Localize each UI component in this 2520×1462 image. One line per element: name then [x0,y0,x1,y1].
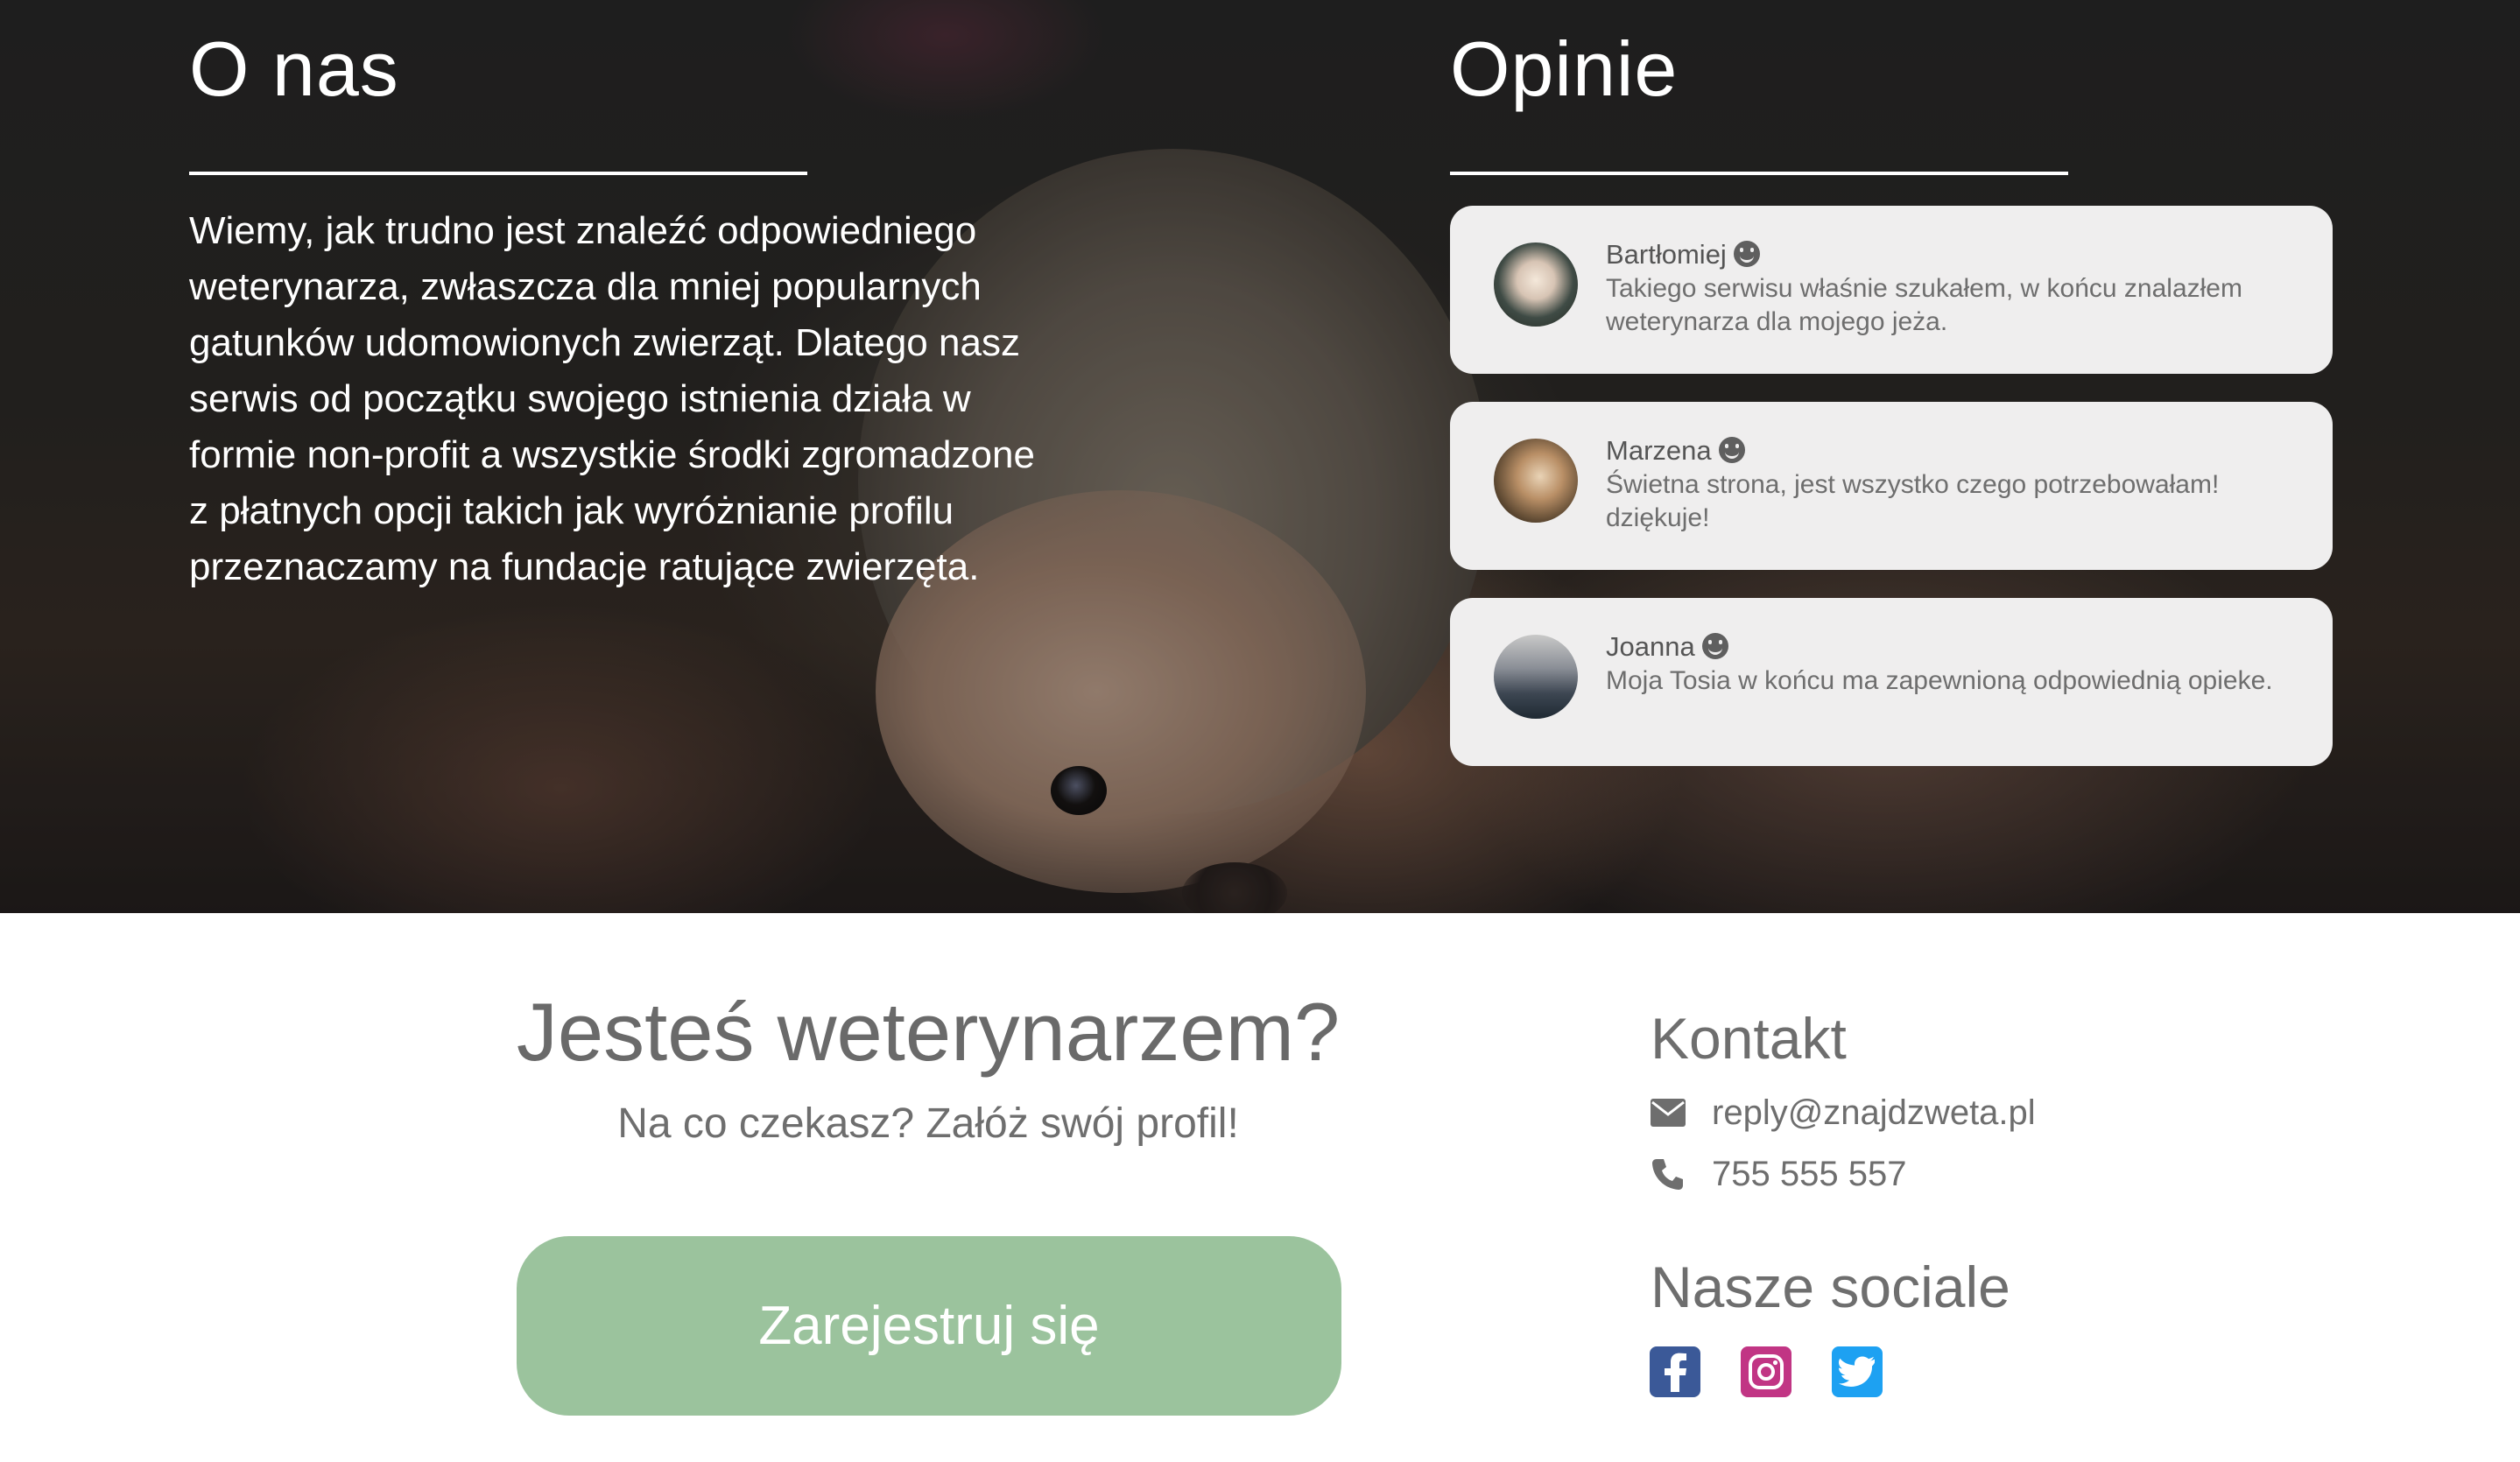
review-author: Marzena [1606,435,1745,467]
review-card: Bartłomiej Takiego serwisu właśnie szuka… [1450,206,2333,374]
about-title: O nas [189,25,399,112]
review-author-name: Bartłomiej [1606,239,1727,270]
contact-email-row[interactable]: reply@znajdzweta.pl [1651,1088,2036,1137]
avatar [1494,439,1578,523]
reviews-divider [1450,172,2068,175]
envelope-icon [1651,1095,1686,1130]
page: O nas Wiemy, jak trudno jest znaleźć odp… [0,0,2520,1462]
review-author-name: Marzena [1606,435,1712,466]
review-author: Bartłomiej [1606,239,1760,271]
instagram-icon[interactable] [1741,1346,1791,1397]
register-button[interactable]: Zarejestruj się [517,1236,1341,1416]
twitter-icon[interactable] [1832,1346,1883,1397]
review-text: Świetna strona, jest wszystko czego potr… [1606,470,2220,532]
facebook-icon[interactable] [1650,1346,1700,1397]
smile-icon [1718,437,1745,463]
vet-cta-subtitle: Na co czekasz? Załóż swój profil! [617,1100,1239,1147]
about-divider [189,172,807,175]
review-text: Moja Tosia w końcu ma zapewnioną odpowie… [1606,666,2273,695]
socials-title: Nasze sociale [1651,1255,2010,1319]
review-author: Joanna [1606,631,1728,663]
avatar [1494,635,1578,719]
avatar [1494,242,1578,327]
smile-icon [1733,241,1760,267]
reviews-title: Opinie [1450,25,1679,112]
vet-cta-title: Jesteś weterynarzem? [516,986,1341,1078]
phone-icon [1651,1156,1686,1191]
review-card: Marzena Świetna strona, jest wszystko cz… [1450,402,2333,570]
contact-phone[interactable]: 755 555 557 [1712,1155,1906,1194]
about-text: Wiemy, jak trudno jest znaleźć odpowiedn… [189,209,1035,588]
review-author-name: Joanna [1606,631,1695,662]
review-card: Joanna Moja Tosia w końcu ma zapewnioną … [1450,598,2333,766]
contact-title: Kontakt [1651,1006,1847,1071]
contact-phone-row[interactable]: 755 555 557 [1651,1149,1906,1198]
about-reviews-section: O nas Wiemy, jak trudno jest znaleźć odp… [0,0,2520,913]
smile-icon [1701,633,1728,659]
review-text: Takiego serwisu właśnie szukałem, w końc… [1606,274,2242,336]
contact-email[interactable]: reply@znajdzweta.pl [1712,1093,2036,1133]
